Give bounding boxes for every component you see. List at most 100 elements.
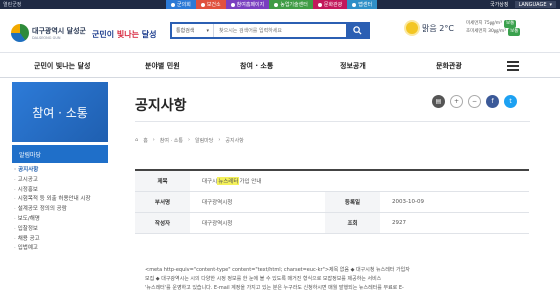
date-header: 등록일 [325,192,380,212]
post-body: <meta http-equiv="content-type" content=… [145,266,530,293]
weather-widget: 맑음 2°C [406,22,454,34]
nav-item-info-disclosure[interactable]: 정보공개 [340,53,366,79]
twitter-icon[interactable]: t [504,95,517,108]
sidebar-item-label: 고시공고 [17,176,38,183]
views-header: 조회 [325,213,380,233]
logo-text: 대구광역시 달성군 DALSEONG GUN [32,26,86,40]
slogan-highlight: 빛나는 [116,30,139,39]
subject-text: 대구시 [202,179,218,185]
tab-council[interactable]: 군의회 [166,0,196,9]
sidebar-menu: · 공지사항 · 고시공고 · 시정홍보 · 시험목적 등 외출 허용안내 시장 · 설계… [14,167,108,255]
tab-health-center[interactable]: 보건소 [195,0,226,9]
table-row: 작성자 대구광역시청 조회 2927 [135,213,529,234]
body-line: 모집 ◆ 대구광역시는 시의 다양한 시정 정보를 한 눈에 볼 수 있도록 매… [145,276,382,282]
air2-label: 초미세먼지 [466,29,487,34]
author-header: 작성자 [135,213,190,233]
sun-icon [406,22,418,34]
slogan-post: 달성 [138,30,157,39]
zoom-out-icon[interactable]: − [468,95,481,108]
dept-header: 부서명 [135,192,190,212]
title-divider [135,121,530,122]
tab-national-symbol[interactable]: 국가상징 [490,1,508,8]
sidebar-item-bid[interactable]: · 입찰정보 [14,226,108,232]
search-bar: 통합검색 ▾ [170,22,370,39]
nav-item-participation[interactable]: 참여 · 소통 [240,53,273,79]
nav-item-bright-dalseong[interactable]: 군민이 빛나는 달성 [34,53,90,79]
top-utility-bar: 열린군정 군의회 보건소 참여홈페이지 농업기술센터 문화관광 맵센터 국가상징… [0,0,560,9]
logo-korean: 대구광역시 달성군 [32,27,86,35]
tab-participation[interactable]: 참여홈페이지 [225,0,270,9]
air2-level-badge: 보통 [508,28,521,36]
language-select[interactable]: LANGUAGE ▾ [514,1,556,8]
sidebar-subtitle[interactable]: 알림마당 [12,145,108,163]
subject-text: 가입 안내 [239,179,262,185]
sidebar-title: 참여 · 소통 [12,82,108,142]
logo-emblem-icon [11,24,29,42]
search-input[interactable] [214,24,346,37]
sidebar-item-press[interactable]: · 보도/해명 [14,216,108,222]
body-line: '뉴스레터'를 운영하고 있습니다. E-mail 계정을 가지고 있는 분은 … [145,285,404,291]
tab-culture-tour[interactable]: 문화관광 [312,0,348,9]
chevron-down-icon: ▾ [206,27,209,34]
sidebar-item-label: 입찰정보 [17,225,38,232]
author-value: 대구광역시청 [202,221,233,227]
zoom-in-icon[interactable]: + [450,95,463,108]
sidebar-item-label: 시정홍보 [17,186,38,193]
culture-icon [317,2,322,7]
tab-label: 참여홈페이지 [236,2,265,8]
print-icon[interactable]: ▤ [432,95,445,108]
breadcrumb: ⌂ 홈 › 참여 · 소통 › 알림마당 › 공지사항 [135,137,244,144]
top-link[interactable]: 열린군정 [3,1,21,8]
weather-text: 맑음 2°C [422,23,454,33]
tab-agri-center[interactable]: 농업기술센터 [269,0,313,9]
tab-label: 군의회 [177,2,191,8]
sidebar-item-label: 보도/해명 [17,215,40,222]
sidebar-item-legislation[interactable]: · 입법예고 [14,245,108,251]
sidebar-item-label: 공지사항 [18,167,39,173]
sidebar-item-notice[interactable]: · 공지사항 [14,167,108,173]
health-icon [200,2,205,7]
nav-item-civil-service[interactable]: 분야별 민원 [145,53,180,79]
sidebar-item-exam-guide[interactable]: · 시험목적 등 외출 허용안내 시장 [14,196,108,202]
share-tools: ▤ + − f t [432,95,517,108]
sidebar-item-design-contest[interactable]: · 설계공모 정의의 공람 [14,206,108,212]
search-button[interactable] [346,24,368,37]
subject-header: 제목 [135,171,190,191]
logo-english: DALSEONG GUN [32,36,61,40]
tab-map-center[interactable]: 맵센터 [347,0,378,9]
map-icon [352,2,357,7]
sidebar-item-pr[interactable]: · 시정홍보 [14,187,108,193]
site-header: 대구광역시 달성군 DALSEONG GUN 군민이 빛나는 달성 통합검색 ▾… [0,9,560,50]
council-icon [171,2,175,7]
main-navigation: 군민이 빛나는 달성 분야별 민원 참여 · 소통 정보공개 문화관광 [0,52,560,78]
search-category-select[interactable]: 통합검색 ▾ [172,24,214,37]
slogan: 군민이 빛나는 달성 [92,29,156,40]
home-icon[interactable]: ⌂ [135,137,138,144]
facebook-icon[interactable]: f [486,95,499,108]
air1-level-badge: 보통 [503,20,517,28]
sidebar-item-label: 시험목적 등 외출 허용안내 시장 [17,196,91,203]
nav-item-culture-tour[interactable]: 문화관광 [436,53,462,79]
breadcrumb-item[interactable]: 공지사항 [225,137,243,144]
sidebar-item-label: 채용 공고 [17,235,40,242]
breadcrumb-item[interactable]: 참여 · 소통 [160,137,183,144]
air1-value: 75㎍/m³ [484,21,502,26]
tab-label: 맵센터 [358,2,373,8]
sidebar-item-announcement[interactable]: · 고시공고 [14,177,108,183]
page-title: 공지사항 [135,98,187,114]
subject-value: 대구시 뉴스레터 가입 안내 [190,171,261,191]
search-category-label: 통합검색 [176,28,195,34]
views-value: 2927 [392,220,406,226]
site-logo[interactable]: 대구광역시 달성군 DALSEONG GUN [11,24,86,42]
sidebar-item-recruit[interactable]: · 채용 공고 [14,236,108,242]
search-icon [352,26,362,35]
top-right-utilities: 국가상징 LANGUAGE ▾ [490,1,560,8]
post-info-table: 제목 대구시 뉴스레터 가입 안내 부서명 대구광역시청 등록일 2003-10… [135,169,529,234]
chevron-down-icon: ▾ [549,1,552,8]
menu-icon[interactable] [507,61,519,71]
breadcrumb-item[interactable]: 알림마당 [195,137,213,144]
slogan-pre: 군민이 [92,30,117,39]
tab-label: 농업기술센터 [280,2,308,8]
language-label: LANGUAGE [518,1,547,8]
breadcrumb-item[interactable]: 홈 [143,137,148,144]
